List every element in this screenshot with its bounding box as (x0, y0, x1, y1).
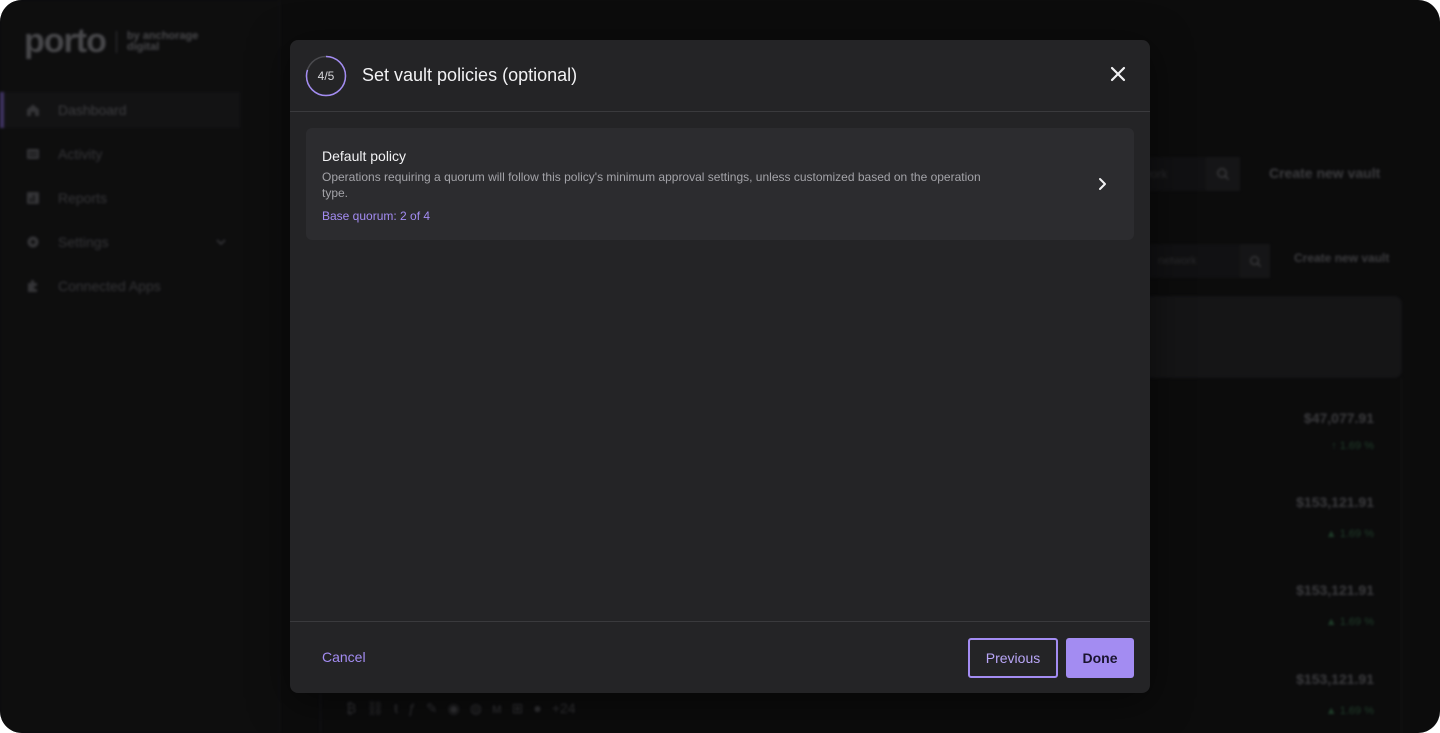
close-icon (1110, 66, 1126, 82)
cancel-button[interactable]: Cancel (322, 649, 366, 665)
modal-header: 4/5 Set vault policies (optional) (290, 40, 1150, 112)
previous-button[interactable]: Previous (968, 638, 1058, 678)
policy-title: Default policy (322, 148, 407, 164)
vault-policy-modal: 4/5 Set vault policies (optional) Defaul… (290, 40, 1150, 693)
chevron-right-icon (1094, 176, 1110, 192)
close-button[interactable] (1103, 59, 1133, 89)
done-button[interactable]: Done (1066, 638, 1134, 678)
step-counter: 4/5 (317, 69, 335, 83)
app-window: porto by anchorage digital Dashboard Act… (0, 0, 1440, 733)
step-progress-indicator: 4/5 (305, 55, 347, 97)
default-policy-card[interactable]: Default policy Operations requiring a qu… (306, 128, 1134, 240)
policy-description: Operations requiring a quorum will follo… (322, 170, 981, 200)
policy-quorum: Base quorum: 2 of 4 (322, 209, 431, 223)
modal-title: Set vault policies (optional) (362, 65, 578, 85)
modal-footer: Cancel Previous Done (290, 621, 1150, 693)
